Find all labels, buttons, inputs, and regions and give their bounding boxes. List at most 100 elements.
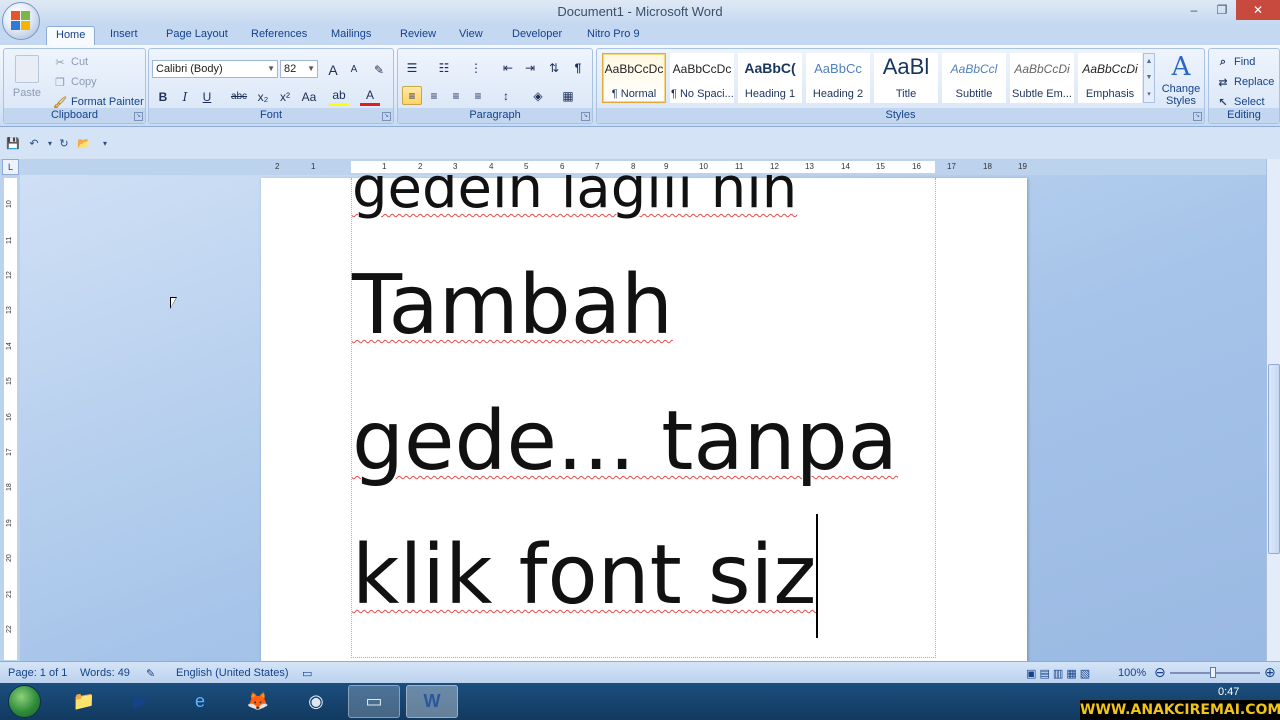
media-player-icon[interactable]: ▶ [114,685,166,718]
italic-button[interactable]: I [175,87,195,106]
font-launcher-icon[interactable]: ↘ [382,112,391,121]
office-logo-icon [11,11,31,31]
sort-button[interactable]: ⇅ [544,58,564,77]
macro-icon[interactable]: ▭ [302,667,312,680]
more-icon[interactable]: ▾ [1147,90,1151,98]
increase-indent-button[interactable]: ⇥ [520,58,540,77]
font-color-button[interactable]: A [360,87,380,106]
chevron-down-icon: ▼ [267,64,275,73]
align-right-button[interactable]: ≡ [446,86,466,105]
vertical-ruler[interactable]: 10 11 12 13 14 15 16 17 18 19 20 21 22 [2,178,19,660]
style-subtle-emphasis[interactable]: AaBbCcDi Subtle Em... [1010,53,1074,103]
align-center-button[interactable]: ≡ [424,86,444,105]
chevron-down-icon[interactable]: ▼ [1146,74,1153,81]
zoom-out-icon[interactable]: ⊖ [1154,664,1166,681]
chevron-up-icon[interactable]: ▲ [1146,58,1153,65]
styles-gallery-scroll[interactable]: ▲ ▼ ▾ [1143,53,1155,103]
document-page[interactable]: gedein lagiii nih Tambah gede... tanpa k… [261,175,1027,661]
font-size-combo[interactable]: 82 ▼ [280,60,318,78]
style-title[interactable]: AaBl Title [874,53,938,103]
styles-launcher-icon[interactable]: ↘ [1193,112,1202,121]
clear-formatting-button[interactable]: ✎ [369,60,389,79]
document-text-area[interactable]: gedein lagiii nih Tambah gede... tanpa k… [351,175,936,658]
paragraph-launcher-icon[interactable]: ↘ [581,112,590,121]
app-window-icon[interactable]: ▭ [348,685,400,718]
style-normal[interactable]: AaBbCcDc ¶ Normal [602,53,666,103]
word-count[interactable]: Words: 49 [80,667,130,679]
language-indicator[interactable]: English (United States) [176,667,289,679]
word-icon[interactable]: W [406,685,458,718]
clipboard-launcher-icon[interactable]: ↘ [134,112,143,121]
scrollbar-thumb[interactable] [1268,364,1280,554]
tab-review[interactable]: Review [391,26,445,45]
tab-home[interactable]: Home [46,26,96,45]
font-name-combo[interactable]: Calibri (Body) ▼ [152,60,278,78]
align-left-button[interactable]: ≡ [402,86,422,105]
shrink-font-button[interactable]: A [344,60,364,79]
save-icon[interactable]: 💾 [5,135,21,151]
redo-icon[interactable]: ↻ [56,135,72,151]
zoom-in-icon[interactable]: ⊕ [1264,664,1276,681]
copy-button[interactable]: ❐ Copy [52,73,97,91]
office-button[interactable] [2,2,40,40]
underline-button[interactable]: U [197,87,217,106]
tab-nitro-pro[interactable]: Nitro Pro 9 [578,26,649,45]
change-styles-button[interactable]: A Change Styles [1159,51,1203,113]
numbering-button[interactable]: ☷ [434,58,454,77]
tab-view[interactable]: View [450,26,492,45]
find-button[interactable]: ⌕ Find [1215,53,1256,71]
document-workspace: gedein lagiii nih Tambah gede... tanpa k… [20,175,1266,661]
open-folder-icon[interactable]: 📂 [76,135,92,151]
ruler-tick: 19 [1018,162,1027,171]
internet-explorer-icon[interactable]: e [174,685,226,718]
style-heading-1[interactable]: AaBbC( Heading 1 [738,53,802,103]
tab-mailings[interactable]: Mailings [322,26,380,45]
cut-button[interactable]: ✂ Cut [52,53,88,71]
explorer-icon[interactable]: 📁 [58,685,110,718]
tab-references[interactable]: References [242,26,316,45]
zoom-level[interactable]: 100% [1118,667,1146,679]
style-subtitle[interactable]: AaBbCcl Subtitle [942,53,1006,103]
proofing-icon[interactable]: ✎ [146,667,155,680]
multilevel-list-button[interactable]: ⋮ [466,58,486,77]
close-button[interactable]: ✕ [1236,0,1280,20]
tab-selector[interactable]: L [2,159,19,175]
minimize-button[interactable]: – [1180,0,1208,20]
horizontal-ruler[interactable]: 2 1 1 2 3 4 5 6 7 8 9 10 11 12 13 14 15 … [261,159,1027,175]
style-emphasis[interactable]: AaBbCcDi Emphasis [1078,53,1142,103]
change-case-button[interactable]: Aa [299,87,319,106]
strikethrough-button[interactable]: abc [229,87,249,106]
tab-developer[interactable]: Developer [503,26,571,45]
tab-insert[interactable]: Insert [101,26,147,45]
line-spacing-button[interactable]: ↕ [496,86,516,105]
subscript-button[interactable]: x₂ [253,87,273,106]
borders-button[interactable]: ▦ [558,86,578,105]
view-buttons[interactable]: ▣ ▤ ▥ ▦ ▧ [1026,667,1090,680]
bullets-button[interactable]: ☰ [402,58,422,77]
show-formatting-marks-button[interactable]: ¶ [568,58,588,77]
restore-button[interactable]: ❐ [1208,0,1236,20]
paste-button[interactable]: Paste [10,53,44,105]
superscript-button[interactable]: x² [275,87,295,106]
decrease-indent-button[interactable]: ⇤ [498,58,518,77]
grow-font-button[interactable]: A [323,60,343,79]
firefox-icon[interactable]: 🦊 [232,685,284,718]
replace-button[interactable]: ⇄ Replace [1215,73,1274,91]
highlight-button[interactable]: ab [329,87,349,106]
customize-toolbar-icon[interactable]: ▾ [97,135,113,151]
shading-button[interactable]: ◈ [528,86,548,105]
chrome-icon[interactable]: ◉ [290,685,342,718]
style-no-spacing[interactable]: AaBbCcDc ¶ No Spaci... [670,53,734,103]
tab-page-layout[interactable]: Page Layout [157,26,237,45]
style-name: Subtle Em... [1012,88,1072,100]
style-heading-2[interactable]: AaBbCc Heading 2 [806,53,870,103]
zoom-slider-thumb[interactable] [1210,667,1216,678]
ribbon: Paste ✂ Cut ❐ Copy 🖌 Format Painter Clip… [0,45,1280,127]
page-count[interactable]: Page: 1 of 1 [8,667,67,679]
start-button[interactable] [8,685,41,718]
clipboard-group-label: Clipboard [4,108,145,123]
undo-icon[interactable]: ↶ [26,135,42,151]
vertical-scrollbar[interactable] [1266,159,1280,661]
justify-button[interactable]: ≡ [468,86,488,105]
bold-button[interactable]: B [153,87,173,106]
